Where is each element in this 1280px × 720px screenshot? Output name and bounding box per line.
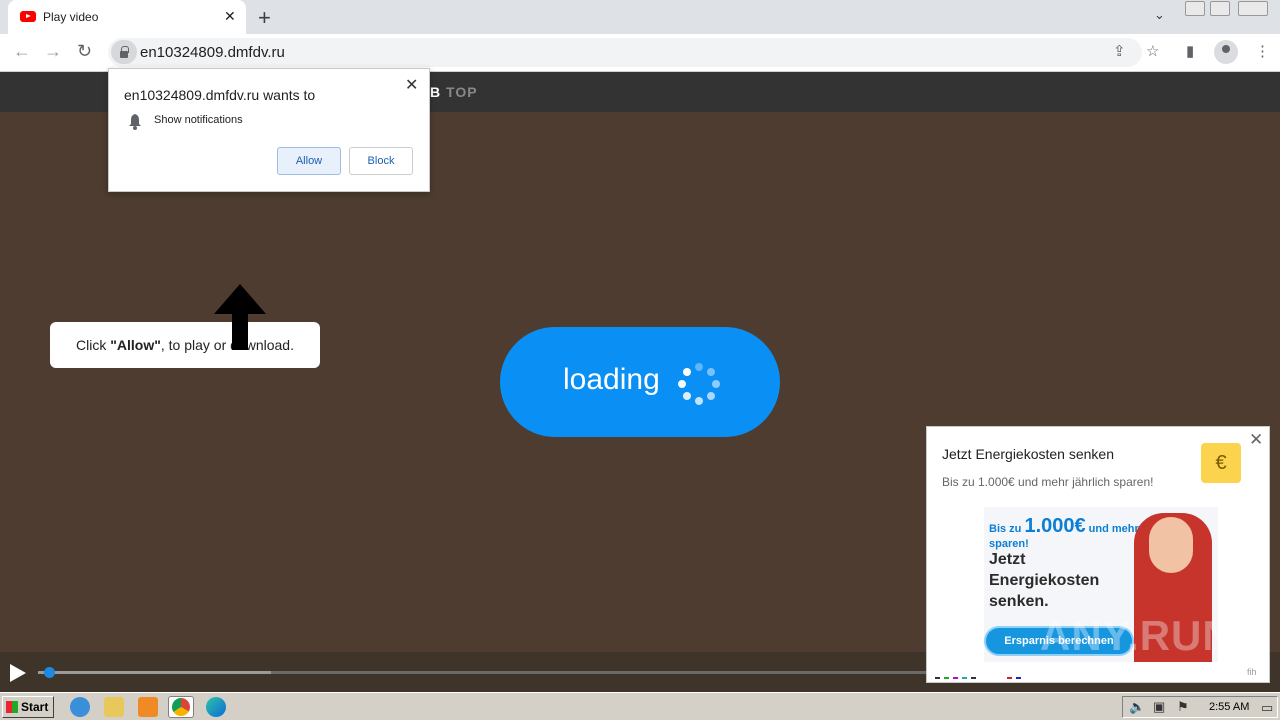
play-icon[interactable] [10, 664, 26, 682]
woman-face-image [1149, 517, 1193, 573]
piggy-bank-icon: € [1201, 443, 1241, 483]
chrome-icon [172, 698, 190, 716]
volume-icon[interactable]: 🔈 [1129, 699, 1145, 715]
allow-hint: Click "Allow", to play or download. [50, 322, 320, 368]
seek-knob[interactable] [44, 667, 55, 678]
show-desktop-icon[interactable]: ▭ [1261, 700, 1273, 716]
notification-permission-dialog: en10324809.dmfdv.ru wants to ✕ Show noti… [108, 68, 430, 192]
media-player-icon[interactable] [138, 697, 158, 717]
reload-icon[interactable]: ↻ [77, 41, 92, 62]
creative-title: Jetzt Energiekosten senken. [989, 551, 1100, 610]
maximize-icon[interactable] [1210, 1, 1230, 16]
ad-headline: Jetzt Energiekosten senken [942, 446, 1114, 462]
loading-label: loading [563, 363, 660, 396]
loading-button[interactable]: loading [500, 327, 780, 437]
permission-label: Show notifications [154, 114, 243, 126]
up-arrow-icon [214, 284, 266, 350]
share-icon[interactable]: ⇪ [1113, 42, 1126, 60]
edge-icon[interactable] [206, 697, 226, 717]
explorer-icon[interactable] [104, 697, 124, 717]
permission-header: en10324809.dmfdv.ru wants to [124, 87, 316, 103]
new-tab-icon[interactable]: + [258, 5, 271, 31]
close-icon[interactable]: ✕ [405, 75, 418, 95]
url-text: en10324809.dmfdv.ru [140, 44, 285, 61]
sidepanel-icon[interactable]: ▮ [1186, 42, 1194, 60]
browser-tab[interactable]: Play video ✕ [8, 0, 246, 34]
allow-button[interactable]: Allow [277, 147, 341, 175]
block-button[interactable]: Block [349, 147, 413, 175]
tab-search-chevron-icon[interactable]: ⌄ [1154, 7, 1165, 23]
forward-icon[interactable]: → [44, 41, 62, 62]
windows-taskbar: Start 🔈 ▣ ⚑ 2:55 AM ▭ [0, 692, 1280, 720]
buffer-bar [38, 671, 271, 674]
clock[interactable]: 2:55 AM [1209, 701, 1249, 713]
lock-icon[interactable] [111, 40, 137, 64]
spinner-icon [678, 363, 720, 405]
browser-toolbar: ← → ↻ en10324809.dmfdv.ru ⇪ ☆ ▮ ⋮ [0, 34, 1280, 72]
seek-bar[interactable] [38, 667, 928, 678]
start-button[interactable]: Start [2, 696, 54, 718]
site-logo[interactable]: B TOP [430, 84, 478, 100]
ad-choice-label[interactable]: fih [1247, 667, 1257, 677]
youtube-favicon-icon [20, 11, 36, 22]
ie-icon[interactable] [70, 697, 90, 717]
address-bar[interactable]: en10324809.dmfdv.ru [108, 38, 1142, 67]
menu-icon[interactable]: ⋮ [1255, 42, 1270, 60]
profile-icon[interactable] [1214, 40, 1238, 64]
back-icon[interactable]: ← [13, 41, 31, 62]
network-icon[interactable]: ▣ [1153, 699, 1165, 715]
system-tray: 🔈 ▣ ⚑ 2:55 AM ▭ [1122, 696, 1278, 718]
tab-title: Play video [43, 10, 99, 24]
tab-strip: Play video ✕ + ⌄ [0, 0, 1280, 34]
ad-subline: Bis zu 1.000€ und mehr jährlich sparen! [942, 475, 1154, 489]
star-icon[interactable]: ☆ [1146, 42, 1159, 60]
close-tab-icon[interactable]: ✕ [224, 8, 236, 25]
anyrun-watermark: ANY.RUN [1040, 612, 1234, 659]
bell-icon [129, 114, 141, 130]
minimize-icon[interactable] [1185, 1, 1205, 16]
window-close-icon[interactable] [1238, 1, 1268, 16]
close-icon[interactable]: ✕ [1249, 430, 1263, 450]
ad-pagination-dots [935, 677, 1021, 679]
flag-icon[interactable]: ⚑ [1177, 699, 1189, 715]
